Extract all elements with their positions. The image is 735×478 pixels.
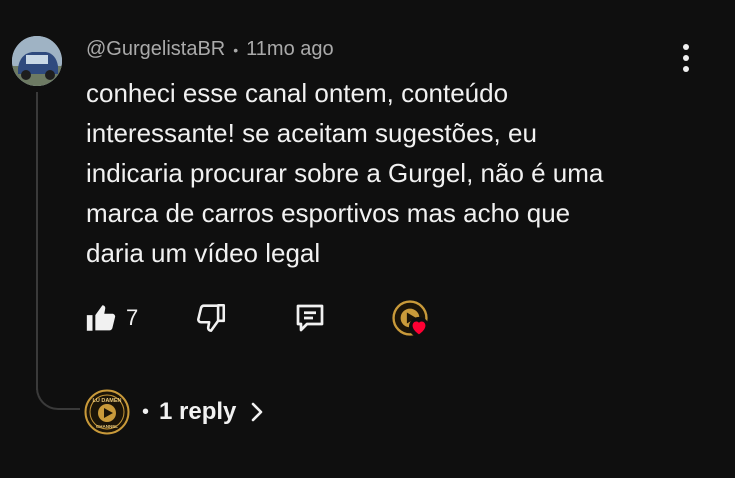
header-separator: • <box>233 41 239 58</box>
comment-line: indicaria procurar sobre a Gurgel, não é… <box>86 158 604 188</box>
heart-icon <box>408 316 430 338</box>
comment-text: conheci esse canal ontem, conteúdo inter… <box>86 73 686 273</box>
reply-count-label: 1 reply <box>159 398 237 425</box>
creator-avatar <box>392 300 430 338</box>
car-avatar-image <box>12 36 62 86</box>
reply-separator: • <box>142 400 150 423</box>
like-button[interactable]: 7 <box>84 296 138 340</box>
like-count: 7 <box>126 305 139 330</box>
thread-line <box>36 92 38 390</box>
thumb-up-icon <box>86 305 116 331</box>
comment-icon <box>296 304 324 332</box>
comment-line: marca de carros esportivos mas acho que <box>86 198 571 228</box>
more-vert-icon-dot <box>683 55 689 61</box>
badge-bottom-text: CHANNEL <box>96 424 118 429</box>
thread-connector <box>36 370 80 410</box>
comment-line: interessante! se aceitam sugestões, eu <box>86 118 537 148</box>
author-name[interactable]: @GurgelistaBR <box>86 38 225 61</box>
thumb-down-icon <box>196 303 226 333</box>
chevron-right-icon <box>252 402 263 422</box>
more-vert-icon-dot <box>683 66 689 72</box>
badge-top-text: LU DAMEN <box>92 398 121 404</box>
more-vert-icon <box>683 44 689 50</box>
channel-logo-icon: LU DAMEN CHANNEL <box>84 389 130 435</box>
creator-heart[interactable] <box>392 296 430 340</box>
dislike-button[interactable] <box>194 296 228 340</box>
comment-header: @GurgelistaBR • 11mo ago <box>86 38 334 61</box>
reply-button[interactable] <box>292 296 328 340</box>
comment-time[interactable]: 11mo ago <box>246 38 333 61</box>
more-menu-button[interactable] <box>674 40 698 76</box>
author-avatar[interactable] <box>12 36 62 86</box>
comment-line: daria um vídeo legal <box>86 238 321 268</box>
view-replies-button[interactable]: LU DAMEN CHANNEL • 1 reply <box>84 388 264 436</box>
comment-line: conheci esse canal ontem, conteúdo <box>86 78 509 108</box>
